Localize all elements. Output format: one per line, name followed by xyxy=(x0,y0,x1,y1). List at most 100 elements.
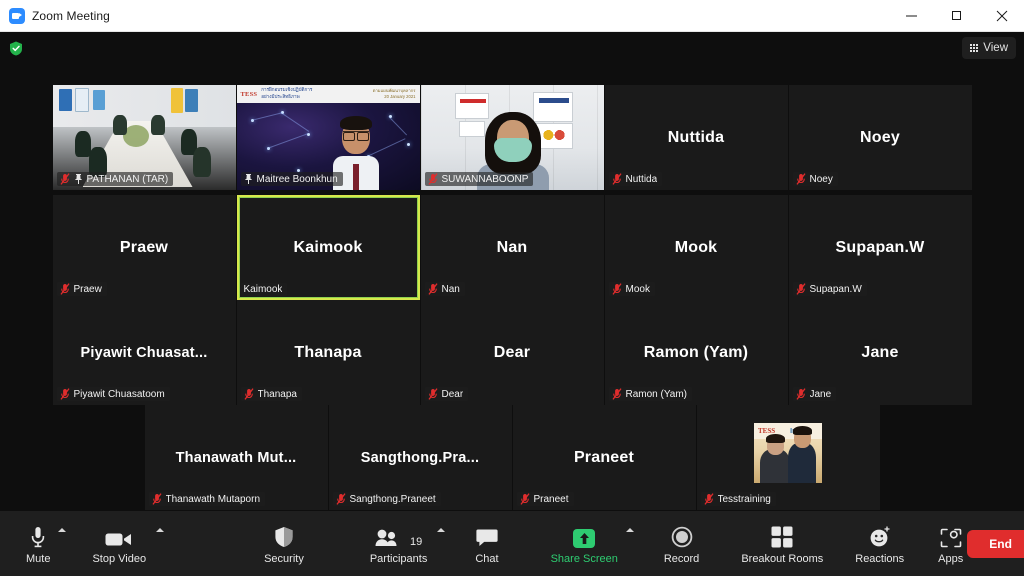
video-options-chevron-icon[interactable] xyxy=(156,528,165,532)
apps-button[interactable]: Apps xyxy=(934,511,967,576)
participant-tile[interactable]: Nuttida Nuttida xyxy=(604,85,788,190)
participant-name: PATHANAN (TAR) xyxy=(86,173,169,185)
participant-tile[interactable]: Sangthong.Pra... Sangthong.Praneet xyxy=(328,405,512,510)
participant-name: Thanawath Mutaporn xyxy=(165,493,261,505)
participant-tile[interactable]: TESS การฝึกอบรมเชิงปฏิบัติการ อย่างมีประ… xyxy=(236,85,420,190)
muted-mic-icon xyxy=(611,388,622,400)
muted-mic-icon xyxy=(151,493,162,505)
title-bar-left: Zoom Meeting xyxy=(0,7,110,24)
participants-button-label: Participants xyxy=(369,553,428,565)
muted-mic-icon xyxy=(611,283,622,295)
participant-display-name: Jane xyxy=(861,343,899,361)
share-arrow-up-icon xyxy=(573,522,596,548)
participant-name: Nuttida xyxy=(625,173,658,185)
participant-name-badge: Noey xyxy=(792,172,838,186)
participant-name-badge: Praneet xyxy=(516,492,574,506)
participant-tile[interactable]: Thanawath Mut... Thanawath Mutaporn xyxy=(144,405,328,510)
grid-icon xyxy=(970,44,979,52)
participant-display-name: Praneet xyxy=(573,448,635,466)
participant-tile[interactable]: Praneet Praneet xyxy=(512,405,696,510)
participant-name-badge: Dear xyxy=(424,387,469,401)
participant-tile[interactable]: Thanapa Thanapa xyxy=(236,300,420,405)
participant-name: Mook xyxy=(625,283,650,295)
participant-tile[interactable]: Piyawit Chuasat... Piyawit Chuasatoom xyxy=(52,300,236,405)
view-button[interactable]: View xyxy=(962,37,1016,59)
video-grid-row: Thanawath Mut... Thanawath Mutaporn Sang… xyxy=(0,405,1024,510)
camera-icon xyxy=(105,522,133,548)
muted-mic-icon xyxy=(59,173,70,185)
security-button-label: Security xyxy=(264,553,304,565)
participant-name: SUWANNABOONP xyxy=(441,173,529,185)
participant-tile[interactable]: Supapan.W Supapan.W xyxy=(788,195,972,300)
participant-display-name: Sangthong.Pra... xyxy=(360,449,480,466)
participant-name: Tesstraining xyxy=(717,493,771,505)
zoom-logo-icon xyxy=(9,7,25,24)
participant-tile[interactable]: PATHANAN (TAR) xyxy=(52,85,236,190)
participant-name-badge: Maitree Boonkhun xyxy=(240,172,343,186)
muted-mic-icon xyxy=(795,388,806,400)
participants-button[interactable]: 19 Participants xyxy=(366,511,446,576)
apps-bracket-icon xyxy=(940,522,962,548)
chat-button[interactable]: Chat xyxy=(471,511,502,576)
apps-button-label: Apps xyxy=(938,553,964,565)
participant-tile[interactable]: Ramon (Yam) Ramon (Yam) xyxy=(604,300,788,405)
end-meeting-button[interactable]: End xyxy=(967,529,1024,558)
reactions-button[interactable]: Reactions xyxy=(851,511,908,576)
participant-name: Praneet xyxy=(533,493,569,505)
participant-name-badge: Tesstraining xyxy=(700,492,776,506)
stop-video-button-label: Stop Video xyxy=(92,553,147,565)
stop-video-button[interactable]: Stop Video xyxy=(88,511,165,576)
muted-mic-icon xyxy=(795,283,806,295)
participant-name: Noey xyxy=(809,173,833,185)
participant-display-name: Thanawath Mut... xyxy=(175,449,297,466)
record-button[interactable]: Record xyxy=(660,511,703,576)
video-grid-row: PATHANAN (TAR) TESS การฝึกอบรมเชิงปฏิบัต… xyxy=(0,85,1024,190)
participant-tile[interactable]: Jane Jane xyxy=(788,300,972,405)
participant-tile[interactable]: Nan Nan xyxy=(420,195,604,300)
muted-mic-icon xyxy=(59,283,70,295)
participant-tile[interactable]: Noey Noey xyxy=(788,85,972,190)
smiley-icon xyxy=(869,522,891,548)
participant-name-badge: Supapan.W xyxy=(792,282,867,296)
participant-name-badge: PATHANAN (TAR) xyxy=(56,172,174,186)
security-button[interactable]: Security xyxy=(260,511,308,576)
participant-display-name: Thanapa xyxy=(294,343,362,361)
participant-name-badge: Sangthong.Praneet xyxy=(332,492,441,506)
participant-name: Ramon (Yam) xyxy=(625,388,688,400)
minimize-button[interactable] xyxy=(889,0,934,32)
participant-tile[interactable]: Praew Praew xyxy=(52,195,236,300)
participant-avatar: TESS In H xyxy=(754,423,822,484)
meeting-toolbar: Mute Stop Video Security 19 Participants… xyxy=(0,511,1024,576)
muted-mic-icon xyxy=(427,283,438,295)
background-banner-line1: การฝึกอบรมเชิงปฏิบัติการ xyxy=(261,87,313,93)
participant-name: Sangthong.Praneet xyxy=(349,493,436,505)
chat-bubble-icon xyxy=(476,522,498,548)
shield-icon xyxy=(274,522,294,548)
participant-tile[interactable]: Dear Dear xyxy=(420,300,604,405)
mute-options-chevron-icon[interactable] xyxy=(58,528,67,532)
participant-name: Supapan.W xyxy=(809,283,862,295)
participant-tile[interactable]: TESS In H Tesstraining xyxy=(696,405,880,510)
close-button[interactable] xyxy=(979,0,1024,32)
breakout-rooms-button[interactable]: Breakout Rooms xyxy=(737,511,827,576)
zoom-meeting-window: Zoom Meeting View PATHANAN (TAR) TESS กา… xyxy=(0,0,1024,576)
breakout-rooms-button-label: Breakout Rooms xyxy=(741,553,824,565)
participant-name-badge: Thanawath Mutaporn xyxy=(148,492,266,506)
participant-display-name: Kaimook xyxy=(293,238,363,256)
share-screen-button[interactable]: Share Screen xyxy=(547,511,634,576)
record-button-label: Record xyxy=(663,553,700,565)
green-shield-icon[interactable] xyxy=(8,40,24,56)
participant-name: Kaimook xyxy=(243,284,283,295)
participant-tile-active-speaker[interactable]: Kaimook Kaimook xyxy=(236,195,420,300)
participant-name-badge: SUWANNABOONP xyxy=(424,172,534,186)
muted-mic-icon xyxy=(335,493,346,505)
window-title: Zoom Meeting xyxy=(32,8,110,23)
participant-tile[interactable]: SUWANNABOONP xyxy=(420,85,604,190)
mute-button[interactable]: Mute xyxy=(22,511,67,576)
maximize-button[interactable] xyxy=(934,0,979,32)
participants-options-chevron-icon[interactable] xyxy=(437,528,446,532)
share-options-chevron-icon[interactable] xyxy=(625,528,634,532)
meeting-top-bar: View xyxy=(0,32,1024,64)
muted-mic-icon xyxy=(795,173,806,185)
participant-tile[interactable]: Mook Mook xyxy=(604,195,788,300)
